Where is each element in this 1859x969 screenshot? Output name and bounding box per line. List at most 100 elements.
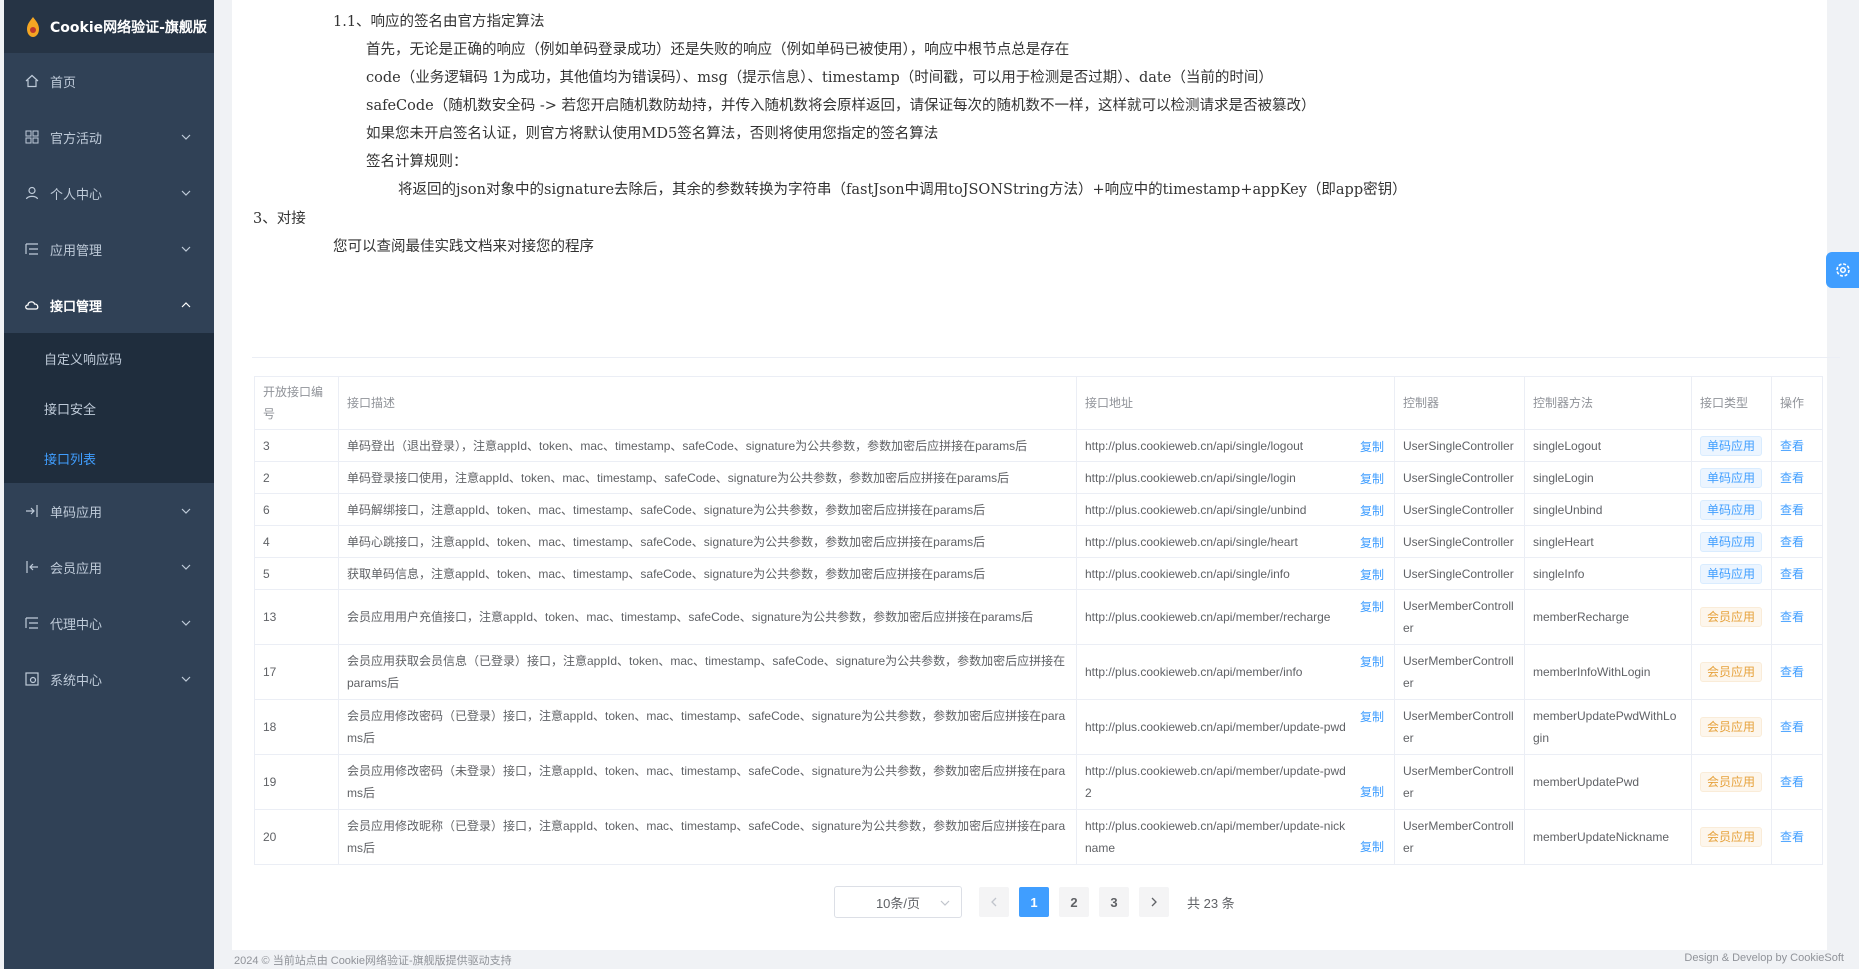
user-icon	[24, 185, 40, 201]
column-header-description[interactable]: 接口描述	[338, 376, 1077, 430]
sidebar-item-api-list[interactable]: 接口列表	[4, 433, 214, 483]
sidebar-item-member-app[interactable]: 会员应用	[4, 539, 214, 595]
api-type-tag: 单码应用	[1700, 435, 1763, 456]
copy-url-button[interactable]: 复制	[1360, 651, 1384, 673]
view-button[interactable]: 查看	[1780, 610, 1804, 624]
api-type-tag: 单码应用	[1700, 467, 1763, 488]
copy-url-button[interactable]: 复制	[1360, 532, 1384, 554]
prev-page-button[interactable]	[979, 887, 1009, 917]
column-header-method[interactable]: 控制器方法	[1524, 376, 1692, 430]
cell-action: 查看	[1771, 809, 1823, 865]
cell-description: 会员应用修改密码（已登录）接口，注意appId、token、mac、timest…	[338, 699, 1077, 755]
sidebar-item-agent-center[interactable]: 代理中心	[4, 595, 214, 651]
doc-paragraph: 首先，无论是正确的响应（例如单码登录成功）还是失败的响应（例如单码已被使用），响…	[366, 42, 1070, 58]
chevron-down-icon	[940, 900, 950, 906]
doc-paragraph: code（业务逻辑码 1为成功，其他值均为错误码）、msg（提示信息）、time…	[366, 70, 1273, 86]
cell-type: 单码应用	[1691, 557, 1772, 590]
sidebar-item-home[interactable]: 首页	[4, 53, 214, 109]
cell-url: http://plus.cookieweb.cn/api/single/logo…	[1076, 429, 1395, 462]
doc-paragraph: 签名计算规则：	[366, 154, 468, 170]
view-button[interactable]: 查看	[1780, 535, 1804, 549]
doc-paragraph: 您可以查阅最佳实践文档来对接您的程序	[333, 239, 594, 255]
chevron-down-icon	[181, 620, 191, 626]
api-controller: UserSingleController	[1403, 502, 1514, 517]
api-method: singleHeart	[1533, 534, 1594, 549]
page-button-1[interactable]: 1	[1019, 887, 1049, 917]
sidebar-item-profile[interactable]: 个人中心	[4, 165, 214, 221]
sidebar-item-system-center[interactable]: 系统中心	[4, 651, 214, 707]
view-button[interactable]: 查看	[1780, 775, 1804, 789]
api-type-tag: 会员应用	[1700, 772, 1763, 792]
cell-type: 会员应用	[1691, 809, 1772, 865]
view-button[interactable]: 查看	[1780, 567, 1804, 581]
api-description: 获取单码信息，注意appId、token、mac、timestamp、safeC…	[347, 566, 986, 581]
api-management-submenu: 自定义响应码 接口安全 接口列表	[4, 333, 214, 483]
sidebar-item-label: 个人中心	[50, 187, 103, 203]
cell-action: 查看	[1771, 429, 1823, 462]
column-header-action[interactable]: 操作	[1771, 376, 1823, 430]
sidebar: Cookie网络验证-旗舰版 首页 官方活动 个人中心 应用管理 接口管理 自定…	[4, 0, 214, 969]
app-logo[interactable]: Cookie网络验证-旗舰版	[4, 0, 214, 53]
chevron-right-icon	[1151, 897, 1157, 907]
cell-description: 会员应用用户充值接口，注意appId、token、mac、timestamp、s…	[338, 589, 1077, 645]
cell-method: memberRecharge	[1524, 589, 1692, 645]
sidebar-item-label: 会员应用	[50, 561, 103, 577]
copy-url-button[interactable]: 复制	[1360, 564, 1384, 586]
column-header-id[interactable]: 开放接口编号	[254, 376, 339, 430]
view-button[interactable]: 查看	[1780, 471, 1804, 485]
copy-url-button[interactable]: 复制	[1360, 468, 1384, 490]
api-id: 19	[263, 775, 277, 789]
copy-url-button[interactable]: 复制	[1360, 436, 1384, 458]
view-button[interactable]: 查看	[1780, 439, 1804, 453]
sidebar-item-single-code-app[interactable]: 单码应用	[4, 483, 214, 539]
api-url: http://plus.cookieweb.cn/api/member/upda…	[1085, 720, 1346, 734]
next-page-button[interactable]	[1139, 887, 1169, 917]
view-button[interactable]: 查看	[1780, 665, 1804, 679]
settings-button[interactable]	[1826, 252, 1859, 288]
view-button[interactable]: 查看	[1780, 503, 1804, 517]
page-size-select[interactable]: 10条/页	[834, 886, 962, 918]
api-controller: UserMemberController	[1403, 819, 1514, 855]
copy-url-button[interactable]: 复制	[1360, 596, 1384, 618]
settings-panel-icon	[24, 671, 40, 687]
api-type-tag: 会员应用	[1700, 717, 1763, 737]
sidebar-item-label: 自定义响应码	[44, 352, 123, 368]
chevron-left-icon	[991, 897, 997, 907]
api-id: 5	[263, 566, 270, 581]
column-header-controller[interactable]: 控制器	[1394, 376, 1525, 430]
cell-controller: UserMemberController	[1394, 809, 1525, 865]
cell-action: 查看	[1771, 525, 1823, 558]
view-button[interactable]: 查看	[1780, 720, 1804, 734]
cell-controller: UserMemberController	[1394, 644, 1525, 700]
copy-url-button[interactable]: 复制	[1360, 500, 1384, 522]
copy-url-button[interactable]: 复制	[1360, 781, 1384, 803]
page-button-3[interactable]: 3	[1099, 887, 1129, 917]
sidebar-item-label: 接口列表	[44, 452, 97, 468]
api-url: http://plus.cookieweb.cn/api/single/unbi…	[1085, 502, 1307, 517]
cell-controller: UserMemberController	[1394, 699, 1525, 755]
cell-type: 会员应用	[1691, 589, 1772, 645]
cell-url: http://plus.cookieweb.cn/api/member/upda…	[1076, 809, 1395, 865]
doc-heading-signature: 1.1、响应的签名由官方指定算法	[333, 14, 545, 30]
copy-url-button[interactable]: 复制	[1360, 706, 1384, 728]
api-type-tag: 单码应用	[1700, 531, 1763, 552]
sidebar-item-app-management[interactable]: 应用管理	[4, 221, 214, 277]
sidebar-item-label: 应用管理	[50, 243, 103, 259]
cell-type: 会员应用	[1691, 754, 1772, 810]
api-description: 单码解绑接口，注意appId、token、mac、timestamp、safeC…	[347, 502, 986, 517]
column-header-type[interactable]: 接口类型	[1691, 376, 1772, 430]
api-method: memberUpdatePwdWithLogin	[1533, 709, 1677, 745]
sidebar-item-api-management[interactable]: 接口管理	[4, 277, 214, 333]
api-controller: UserSingleController	[1403, 534, 1514, 549]
copy-url-button[interactable]: 复制	[1360, 836, 1384, 858]
sidebar-item-custom-response-codes[interactable]: 自定义响应码	[4, 333, 214, 383]
cell-id: 13	[254, 589, 339, 645]
sidebar-item-api-security[interactable]: 接口安全	[4, 383, 214, 433]
page-button-2[interactable]: 2	[1059, 887, 1089, 917]
doc-paragraph: 将返回的json对象中的signature去除后，其余的参数转换为字符串（fas…	[398, 182, 1407, 198]
sidebar-item-activities[interactable]: 官方活动	[4, 109, 214, 165]
api-type-tag: 会员应用	[1700, 607, 1763, 627]
view-button[interactable]: 查看	[1780, 830, 1804, 844]
column-header-url[interactable]: 接口地址	[1076, 376, 1395, 430]
chevron-down-icon	[181, 190, 191, 196]
